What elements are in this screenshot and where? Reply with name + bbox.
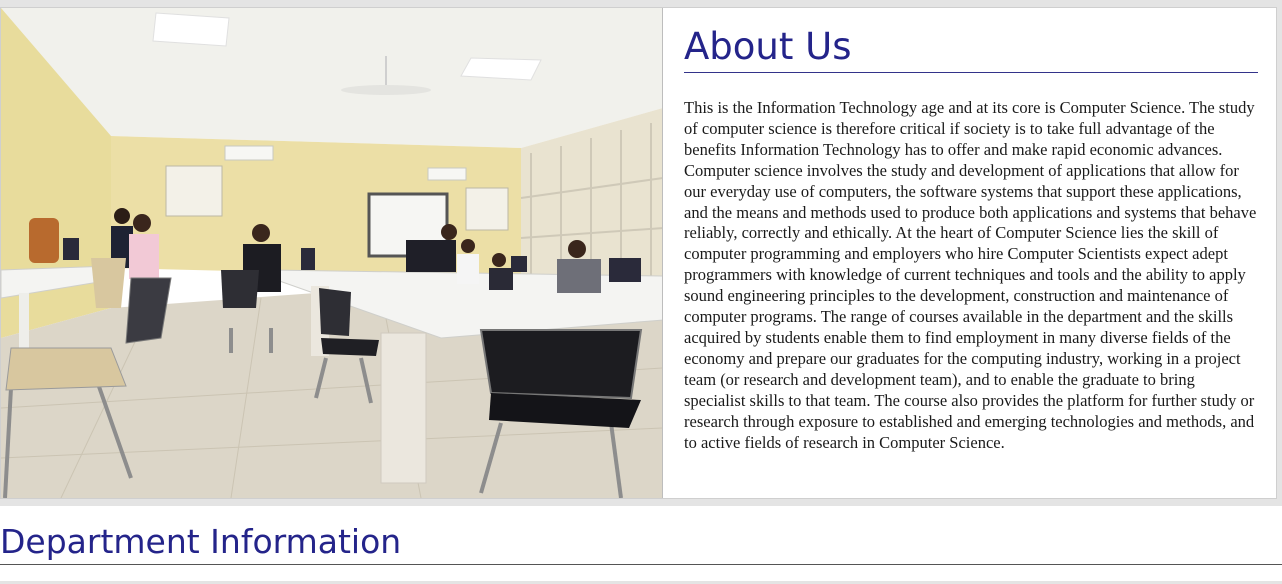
- about-us-heading: About Us: [684, 22, 1258, 73]
- department-information-heading: Department Information: [0, 520, 1282, 565]
- computer-lab-photo: [1, 8, 663, 498]
- about-text-block: About Us This is the Information Technol…: [684, 22, 1258, 453]
- about-panel: About Us This is the Information Technol…: [0, 7, 1277, 499]
- about-us-paragraph: This is the Information Technology age a…: [684, 98, 1257, 452]
